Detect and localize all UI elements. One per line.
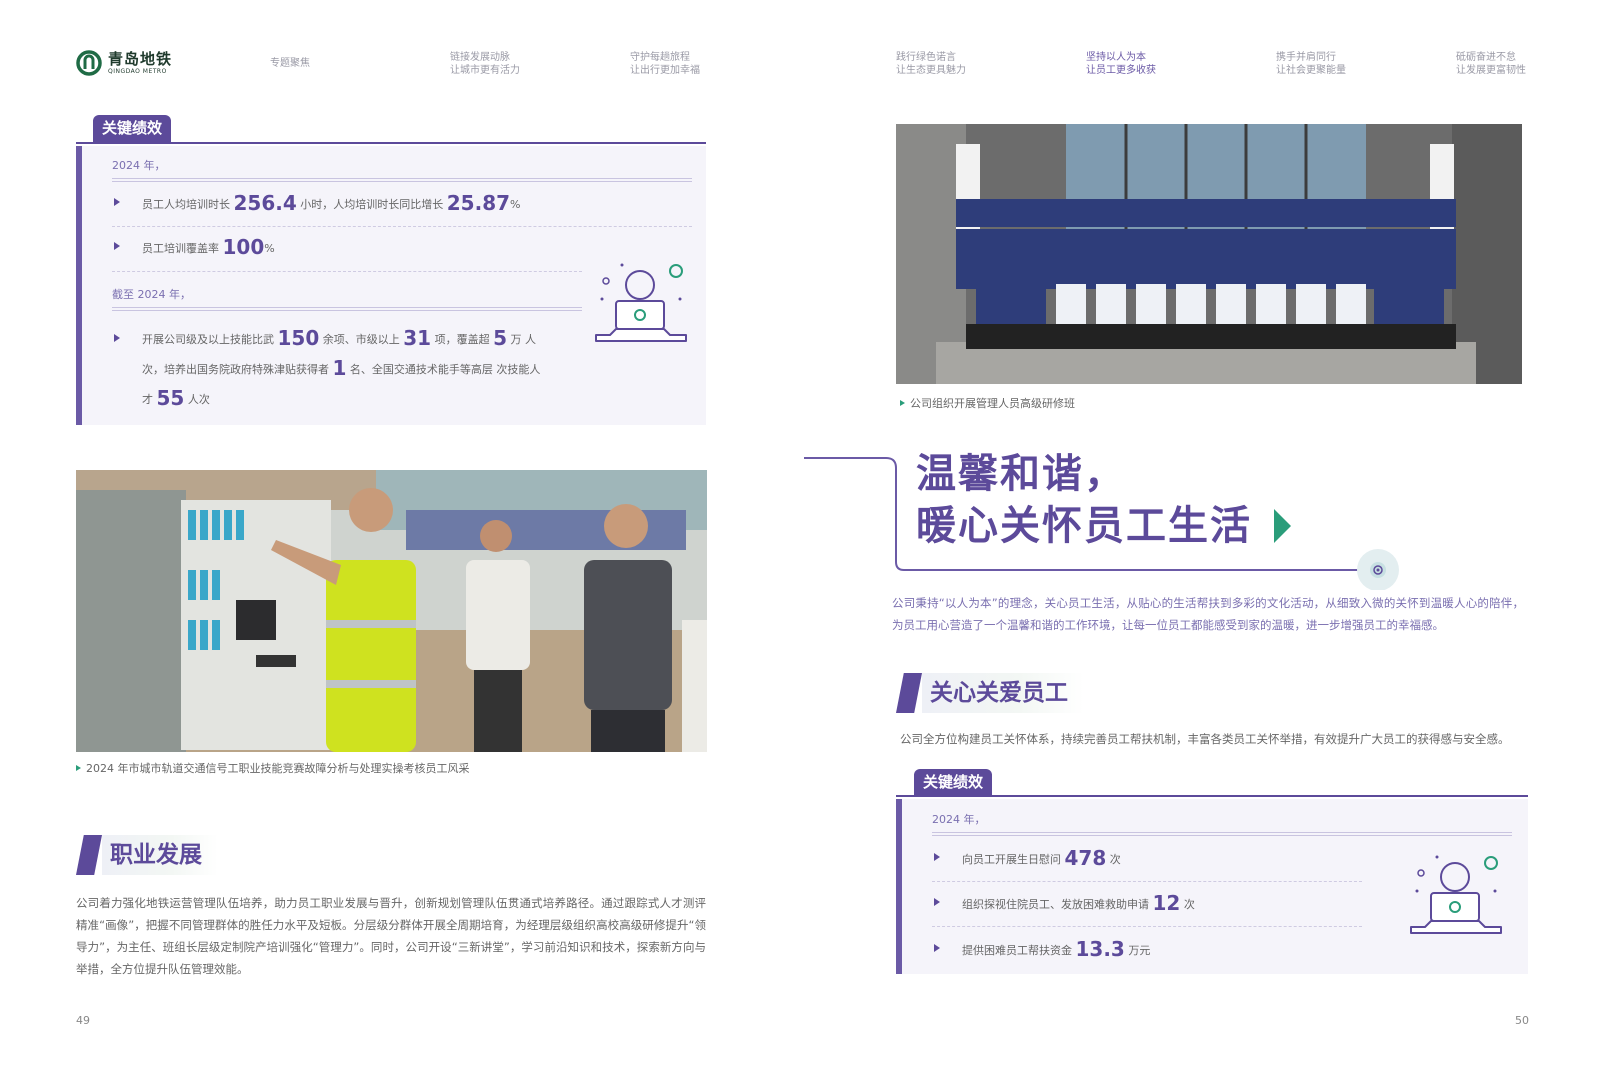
kp-row-training-coverage: 员工培训覆盖率 100% (114, 235, 662, 259)
section-header-career: 职业发展 (76, 835, 218, 875)
kp-row-assistance-funds: 提供困难员工帮扶资金 13.3 万元 (934, 939, 1442, 960)
kp-year-label: 截至 2024 年， (112, 288, 191, 301)
kp-year-label: 2024 年， (932, 813, 986, 826)
nav-resilient-development[interactable]: 砥砺奋进不怠 让发展更富韧性 (1456, 51, 1526, 77)
section-title: 职业发展 (102, 835, 218, 875)
photo-management-training-group (896, 124, 1522, 384)
care-paragraph: 公司全方位构建员工关怀体系，持续完善员工帮扶机制，丰富各类员工关怀举措，有效提升… (900, 732, 1510, 746)
key-performance-tab: 关键绩效 (914, 769, 993, 796)
kp-row-birthday-visits: 向员工开展生日慰问 478 次 (934, 848, 1442, 869)
nav-urban-vitality[interactable]: 链接发展动脉 让城市更有活力 (450, 51, 520, 77)
section-bar-icon (76, 835, 102, 875)
metro-logo-icon (76, 50, 102, 76)
divider (112, 307, 582, 311)
photo-caption: 公司组织开展管理人员高级研修班 (900, 395, 1075, 411)
intro-paragraph: 公司秉持“以人为本”的理念，关心员工生活，从贴心的生活帮扶到多彩的文化活动，从细… (892, 596, 1524, 632)
bullet-icon (114, 198, 120, 206)
nav-special-focus[interactable]: 专题聚焦 (270, 57, 310, 70)
photo-caption: 2024 年市城市轨道交通信号工职业技能竞赛故障分析与处理实操考核员工风采 (76, 760, 470, 776)
section-title: 关心关爱员工 (922, 673, 1084, 713)
value-training-coverage: 100 (222, 235, 265, 259)
page-number-right: 50 (1515, 1014, 1529, 1027)
kp-year-label: 2024 年， (112, 159, 166, 172)
nav-social-energy[interactable]: 携手并肩同行 让社会更聚能量 (1276, 51, 1346, 77)
kp-row-skills-competition: 开展公司级及以上技能比武 150 余项、市级以上 31 项，覆盖超 5 万 人次… (114, 324, 542, 414)
divider (932, 881, 1362, 882)
bullet-icon (934, 898, 940, 906)
value-training-growth: 25.87 (446, 191, 511, 215)
logo-english-name: QINGDAO METRO (108, 67, 167, 75)
training-laptop-icon (595, 263, 687, 342)
key-performance-box: 2024 年， 员工人均培训时长 256.4 小时，人均培训时长同比增长 25.… (76, 146, 706, 425)
brand-logo[interactable]: 青岛地铁 QINGDAO METRO (76, 48, 172, 78)
kp-row-hospital-visits: 组织探视住院员工、发放困难救助申请 12 次 (934, 893, 1442, 914)
bullet-icon (114, 334, 120, 342)
photo-signal-competition (76, 470, 707, 752)
value-training-hours: 256.4 (233, 191, 297, 215)
nav-people-oriented[interactable]: 坚持以人为本 让员工更多收获 (1086, 51, 1156, 77)
key-performance-box: 2024 年， 向员工开展生日慰问 478 次 组织探视住院员工、发放困难救助申… (896, 799, 1528, 974)
caption-arrow-icon (76, 765, 81, 771)
care-laptop-icon (1410, 855, 1502, 934)
main-heading-line1: 温馨和谐， (916, 451, 1126, 497)
bullet-icon (934, 853, 940, 861)
kp-row-training-hours: 员工人均培训时长 256.4 小时，人均培训时长同比增长 25.87% (114, 191, 662, 215)
divider (112, 178, 692, 182)
divider (932, 832, 1512, 836)
section-bar-icon (896, 673, 922, 713)
main-heading-line2: 暖心关怀员工生活 (916, 500, 1291, 552)
divider (932, 926, 1362, 927)
nav-green-ecology[interactable]: 践行绿色诺言 让生态更具魅力 (896, 51, 966, 77)
divider (112, 226, 692, 227)
section-header-care: 关心关爱员工 (896, 673, 1084, 713)
caption-arrow-icon (900, 400, 905, 406)
key-performance-top-line (76, 142, 706, 144)
key-performance-top-line (896, 795, 1528, 797)
nav-travel-happiness[interactable]: 守护每趟旅程 让出行更加幸福 (630, 51, 700, 77)
divider (112, 271, 582, 272)
heading-arrow-icon (1274, 509, 1291, 543)
bullet-icon (934, 944, 940, 952)
logo-chinese-name: 青岛地铁 (108, 49, 173, 68)
bullet-icon (114, 242, 120, 250)
page-number-left: 49 (76, 1014, 90, 1027)
key-performance-tab: 关键绩效 (93, 115, 172, 142)
career-paragraph: 公司着力强化地铁运营管理队伍培养，助力员工职业发展与晋升，创新规划管理队伍贯通式… (76, 896, 706, 976)
